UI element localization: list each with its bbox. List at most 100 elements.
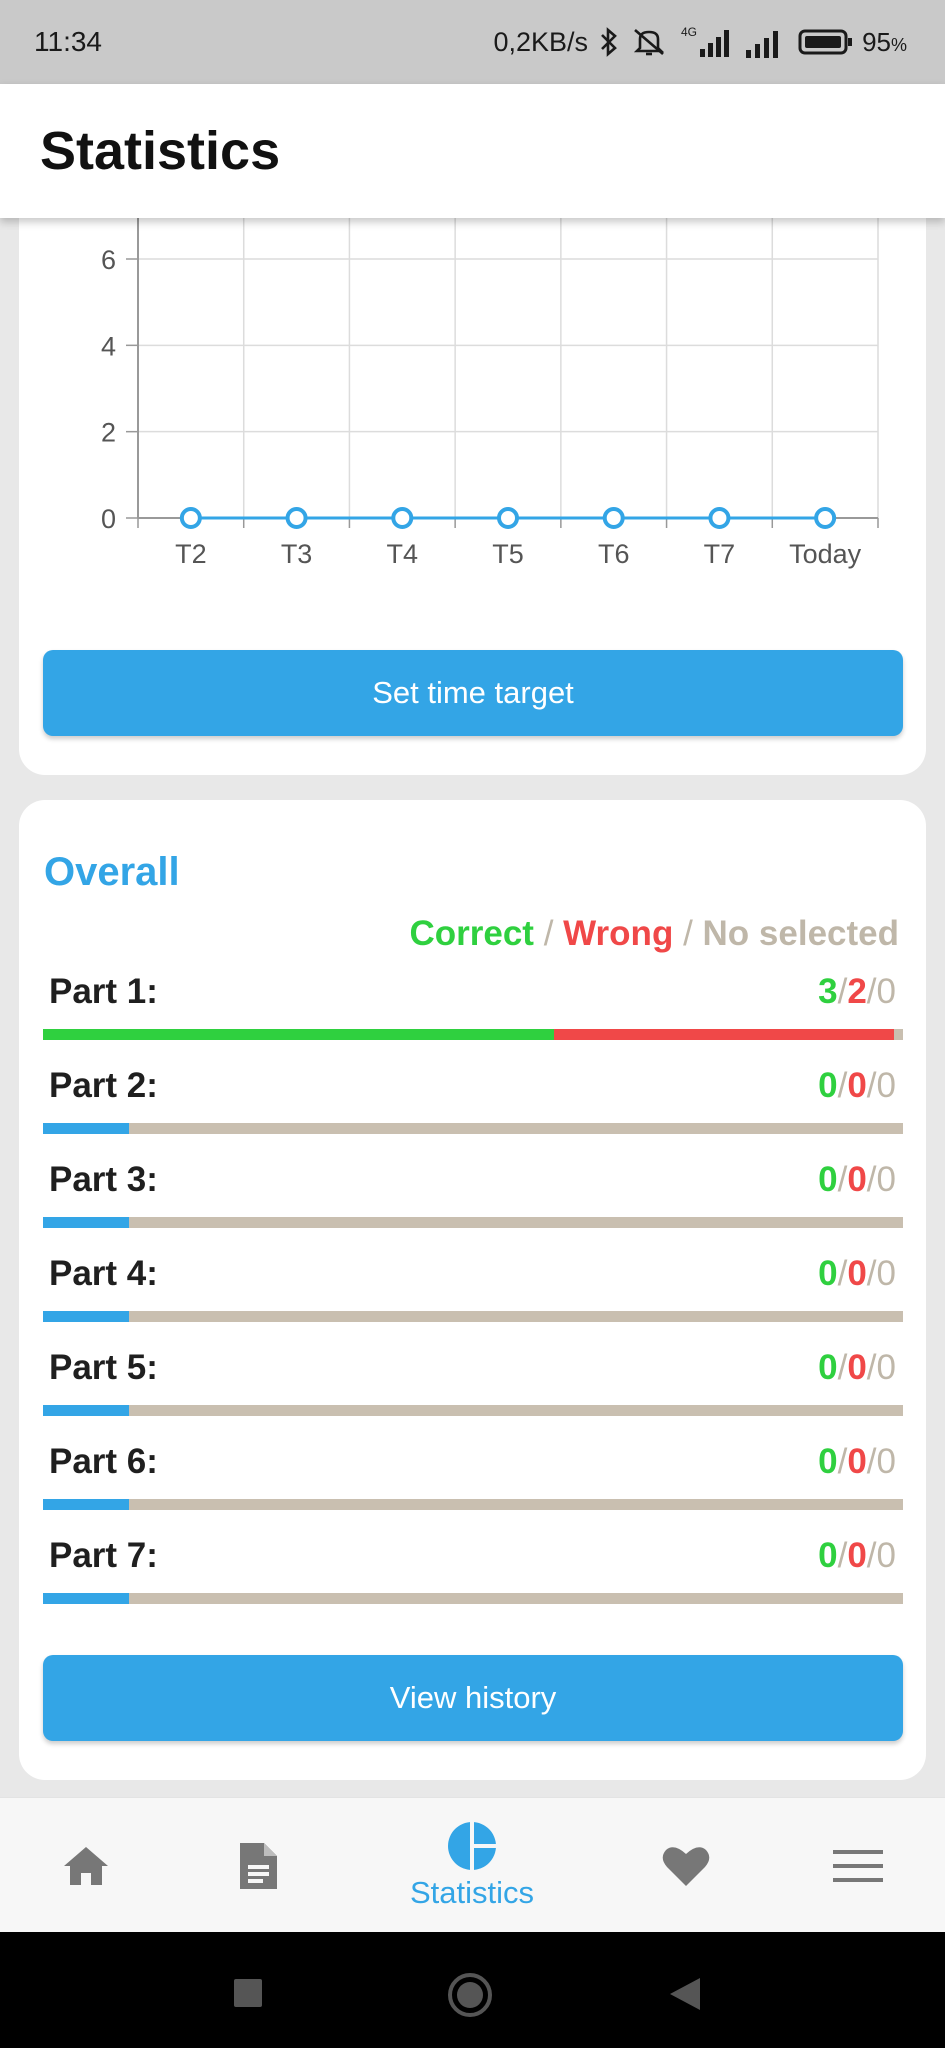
x-tick-label: Today [789, 539, 862, 569]
status-time: 11:34 [34, 26, 102, 57]
legend-wrong: Wrong [563, 914, 674, 953]
part-no-selected-count: 0 [876, 1442, 896, 1481]
part-progress-bar [43, 1217, 903, 1228]
home-circle-icon[interactable] [447, 1972, 493, 2023]
part-score: 0/0/0 [818, 1066, 896, 1105]
battery-percent: 95 [862, 26, 891, 57]
part-score: 3/2/0 [818, 972, 896, 1011]
part-row: Part 3: 0/0/0 [19, 1160, 926, 1254]
part-label: Part 3: [49, 1160, 158, 1199]
part-progress-bar [43, 1405, 903, 1416]
part-row: Part 7: 0/0/0 [19, 1536, 926, 1630]
bar-correct-segment [43, 1029, 555, 1040]
nav-statistics-label: Statistics [409, 1874, 535, 1910]
signal-icon [744, 26, 788, 58]
legend-no-selected: No selected [702, 914, 899, 953]
nav-favorites[interactable] [646, 1798, 726, 1933]
part-wrong-count: 0 [847, 1254, 867, 1293]
recents-icon[interactable] [232, 1977, 264, 2014]
part-progress-bar [43, 1311, 903, 1322]
x-tick-label: T5 [492, 539, 524, 569]
network-speed: 0,2KB/s [493, 26, 589, 57]
data-point [179, 507, 202, 529]
part-label: Part 1: [49, 972, 158, 1011]
page-title: Statistics [40, 121, 281, 181]
document-icon [240, 1842, 277, 1889]
nav-home[interactable] [46, 1798, 126, 1933]
nav-menu[interactable] [818, 1798, 898, 1933]
legend-correct: Correct [409, 914, 534, 953]
part-row: Part 2: 0/0/0 [19, 1066, 926, 1160]
part-wrong-count: 0 [847, 1348, 867, 1387]
part-row: Part 5: 0/0/0 [19, 1348, 926, 1442]
part-score: 0/0/0 [818, 1442, 896, 1481]
part-label: Part 4: [49, 1254, 158, 1293]
part-wrong-count: 0 [847, 1536, 867, 1575]
bar-indicator-segment [43, 1593, 129, 1604]
y-tick-label: 2 [101, 418, 116, 448]
part-row: Part 1: 3/2/0 [19, 972, 926, 1066]
part-no-selected-count: 0 [876, 1536, 896, 1575]
bar-indicator-segment [43, 1499, 129, 1510]
y-tick-label: 6 [101, 245, 116, 275]
part-progress-bar [43, 1123, 903, 1134]
part-label: Part 2: [49, 1066, 158, 1105]
score-legend: Correct / Wrong / No selected [409, 914, 899, 953]
battery-icon [798, 29, 853, 55]
part-wrong-count: 0 [847, 1442, 867, 1481]
home-icon [64, 1846, 108, 1885]
part-no-selected-count: 0 [876, 1348, 896, 1387]
app-header: Statistics [0, 84, 945, 218]
data-point [814, 507, 837, 529]
bar-indicator-segment [43, 1405, 129, 1416]
part-correct-count: 0 [818, 1066, 838, 1105]
part-correct-count: 0 [818, 1348, 838, 1387]
set-time-target-button[interactable]: Set time target [43, 650, 903, 736]
overall-title: Overall [44, 850, 180, 894]
heart-icon [662, 1846, 710, 1886]
signal-4g-icon: 4G [678, 25, 734, 59]
view-history-button[interactable]: View history [43, 1655, 903, 1741]
part-correct-count: 0 [818, 1254, 838, 1293]
data-point [391, 507, 414, 529]
part-row: Part 4: 0/0/0 [19, 1254, 926, 1348]
pie-chart-icon [448, 1821, 496, 1870]
nav-documents[interactable] [218, 1798, 298, 1933]
battery-unit: % [890, 34, 907, 55]
part-correct-count: 0 [818, 1160, 838, 1199]
network-type-label: 4G [681, 25, 697, 39]
y-tick-label: 0 [101, 504, 116, 534]
back-icon[interactable] [668, 1976, 702, 2017]
part-no-selected-count: 0 [876, 1160, 896, 1199]
part-score: 0/0/0 [818, 1348, 896, 1387]
part-wrong-count: 2 [847, 972, 867, 1011]
part-no-selected-count: 0 [876, 972, 896, 1011]
data-point [497, 507, 519, 529]
part-row: Part 6: 0/0/0 [19, 1442, 926, 1536]
bar-wrong-segment [554, 1029, 894, 1040]
y-tick-label: 4 [101, 331, 116, 361]
x-tick-label: T4 [387, 539, 419, 569]
part-score: 0/0/0 [818, 1536, 896, 1575]
part-wrong-count: 0 [847, 1066, 867, 1105]
battery: 95% [798, 27, 907, 58]
bottom-nav: Statistics [0, 1797, 945, 1932]
part-label: Part 6: [49, 1442, 158, 1481]
time-chart-card: 0 2 4 6 T2 T3 T4 T5 T6 T7 Today Set time target [19, 180, 926, 775]
part-score: 0/0/0 [818, 1160, 896, 1199]
data-point [602, 507, 625, 529]
x-tick-label: T7 [704, 539, 736, 569]
part-label: Part 7: [49, 1536, 158, 1575]
x-tick-label: T6 [598, 539, 630, 569]
part-label: Part 5: [49, 1348, 158, 1387]
nav-statistics[interactable]: Statistics [382, 1798, 562, 1933]
data-point [285, 507, 308, 529]
bar-indicator-segment [43, 1123, 129, 1134]
bar-indicator-segment [43, 1311, 129, 1322]
part-correct-count: 0 [818, 1536, 838, 1575]
mute-icon [630, 26, 668, 58]
menu-icon [833, 1849, 883, 1882]
x-tick-label: T3 [281, 539, 313, 569]
bluetooth-icon [598, 26, 620, 58]
overall-card: Overall Correct / Wrong / No selected Pa… [19, 800, 926, 1780]
